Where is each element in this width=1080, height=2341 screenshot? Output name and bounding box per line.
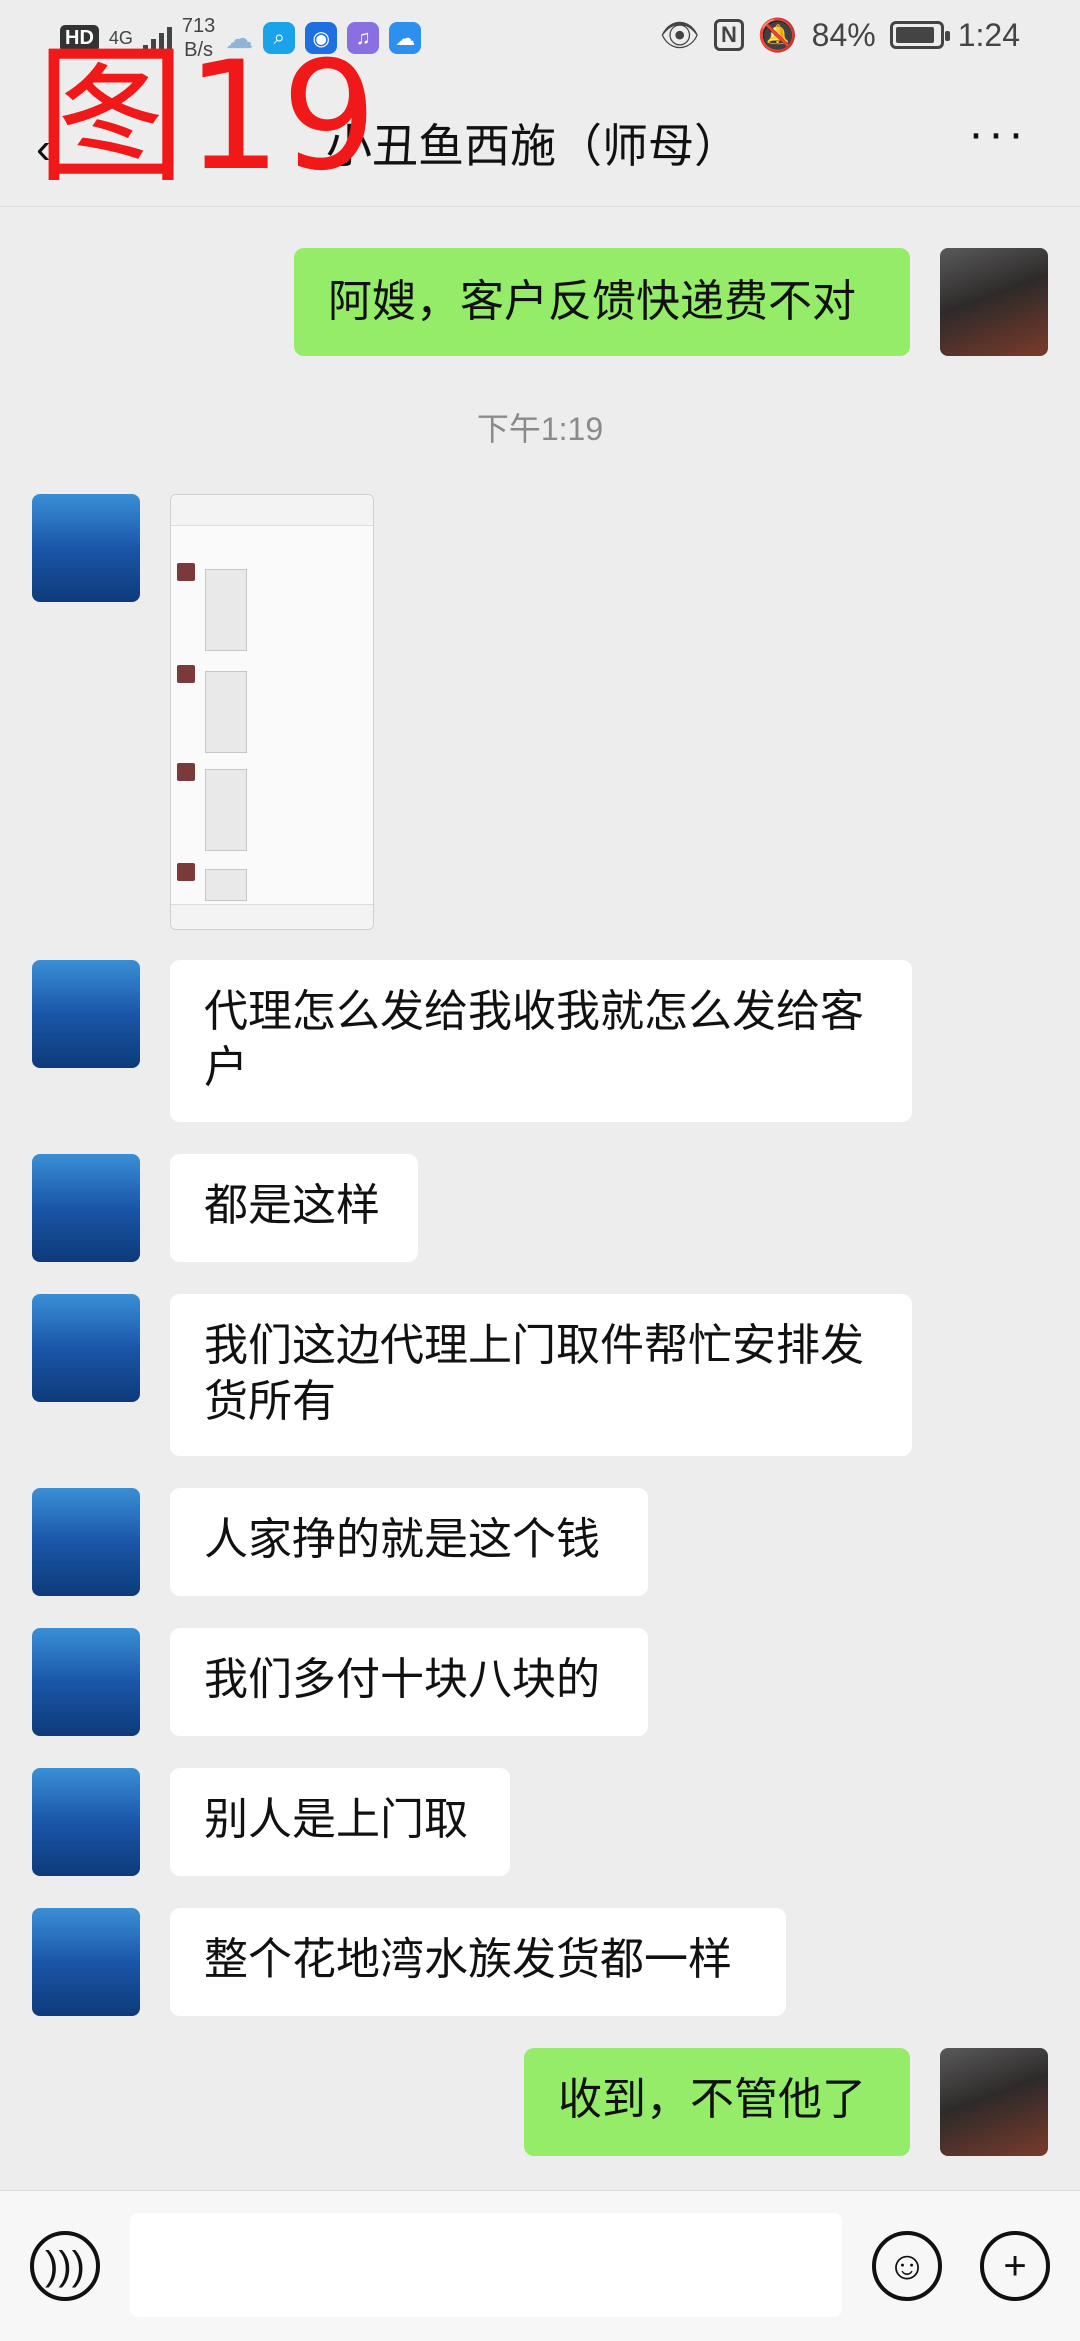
contact-avatar[interactable] bbox=[32, 1628, 140, 1736]
emoji-icon[interactable]: ☺ bbox=[872, 2231, 942, 2301]
overlay-label: 图19 bbox=[36, 30, 377, 204]
message-timestamp: 下午1:19 bbox=[476, 411, 604, 447]
message-bubble-incoming[interactable]: 我们多付十块八块的 bbox=[170, 1628, 648, 1736]
message-bubble-outgoing[interactable]: 收到，不管他了 bbox=[524, 2048, 910, 2156]
my-avatar[interactable] bbox=[940, 2048, 1048, 2156]
contact-avatar[interactable] bbox=[32, 1488, 140, 1596]
contact-avatar[interactable] bbox=[32, 494, 140, 602]
contact-avatar[interactable] bbox=[32, 1908, 140, 2016]
contact-avatar[interactable] bbox=[32, 1768, 140, 1876]
message-bubble-incoming[interactable]: 我们这边代理上门取件帮忙安排发货所有 bbox=[170, 1294, 912, 1456]
more-icon[interactable]: ··· bbox=[968, 106, 1028, 161]
clock: 1:24 bbox=[957, 16, 1020, 53]
chat-title: 小丑鱼西施（师母） bbox=[326, 120, 740, 172]
mute-icon: 🔕 bbox=[757, 17, 798, 53]
message-bubble-incoming[interactable]: 代理怎么发给我收我就怎么发给客户 bbox=[170, 960, 912, 1122]
battery-icon bbox=[889, 21, 950, 49]
contact-avatar[interactable] bbox=[32, 1294, 140, 1402]
plus-icon[interactable]: + bbox=[980, 2231, 1050, 2301]
nfc-icon: N bbox=[713, 19, 744, 51]
message-input[interactable] bbox=[130, 2213, 842, 2317]
message-bubble-incoming[interactable]: 别人是上门取 bbox=[170, 1768, 510, 1876]
contact-avatar[interactable] bbox=[32, 1154, 140, 1262]
contact-avatar[interactable] bbox=[32, 960, 140, 1068]
message-bubble-incoming[interactable]: 都是这样 bbox=[170, 1154, 418, 1262]
message-bubble-incoming[interactable]: 整个花地湾水族发货都一样 bbox=[170, 1908, 786, 2016]
cloud-app-icon: ☁ bbox=[389, 22, 422, 54]
image-message[interactable] bbox=[170, 494, 374, 930]
message-bubble-outgoing[interactable]: 阿嫂，客户反馈快递费不对 bbox=[294, 248, 910, 356]
eye-icon: 👁 bbox=[659, 17, 700, 53]
battery-percent: 84% bbox=[811, 16, 876, 53]
my-avatar[interactable] bbox=[940, 248, 1048, 356]
voice-icon[interactable]: ))) bbox=[30, 2231, 100, 2301]
message-bubble-incoming[interactable]: 人家挣的就是这个钱 bbox=[170, 1488, 648, 1596]
input-bar: ))) ☺ + bbox=[0, 2190, 1080, 2341]
